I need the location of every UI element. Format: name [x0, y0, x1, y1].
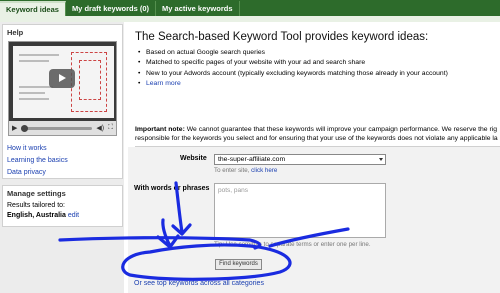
enter-site-link[interactable]: click here	[251, 167, 277, 174]
enter-site-hint: To enter site, click here	[214, 167, 277, 174]
tab-keyword-ideas[interactable]: Keyword ideas	[0, 1, 66, 16]
website-value: the-super-affiliate.com	[218, 156, 286, 163]
page-title: The Search-based Keyword Tool provides k…	[135, 31, 429, 43]
website-select[interactable]: the-super-affiliate.com	[214, 154, 386, 165]
edit-location-link[interactable]: edit	[68, 212, 79, 219]
help-panel: Help ▶ ◀) ⛶ How it works Learning the ba…	[2, 24, 123, 179]
website-label: Website	[180, 155, 207, 162]
chevron-down-icon	[379, 158, 383, 161]
video-controls: ▶ ◀) ⛶	[9, 121, 116, 135]
help-title: Help	[7, 28, 24, 37]
manage-settings-title: Manage settings	[7, 189, 66, 198]
seek-handle[interactable]	[21, 124, 29, 132]
sidebar: Help ▶ ◀) ⛶ How it works Learning the ba…	[0, 22, 124, 293]
tab-my-active-keywords[interactable]: My active keywords	[156, 1, 240, 16]
link-how-it-works[interactable]: How it works	[7, 143, 68, 155]
list-item: Matched to specific pages of your websit…	[138, 58, 448, 69]
learn-more-link[interactable]: Learn more	[146, 80, 181, 87]
find-keywords-button[interactable]: Find keywords	[215, 259, 262, 270]
location-setting: English, Australia edit	[3, 211, 122, 221]
volume-icon[interactable]: ◀)	[96, 124, 104, 132]
tab-my-draft-keywords[interactable]: My draft keywords (0)	[66, 1, 157, 16]
video-text-line	[19, 60, 49, 62]
play-icon[interactable]	[49, 69, 75, 88]
help-links: How it works Learning the basics Data pr…	[7, 143, 68, 179]
words-phrases-input[interactable]: pots, pans	[214, 183, 386, 238]
video-text-line	[19, 86, 53, 88]
list-item: Based on actual Google search queries	[138, 48, 448, 59]
help-video-player[interactable]: ▶ ◀) ⛶	[8, 41, 117, 136]
main-content: The Search-based Keyword Tool provides k…	[128, 22, 500, 293]
location-value: English, Australia	[7, 212, 66, 219]
tab-bar: Keyword ideas My draft keywords (0) My a…	[0, 0, 500, 16]
link-learning-the-basics[interactable]: Learning the basics	[7, 155, 68, 167]
results-tailored-label: Results tailored to:	[7, 202, 65, 209]
link-data-privacy[interactable]: Data privacy	[7, 167, 68, 179]
feature-list: Based on actual Google search queries Ma…	[138, 48, 448, 90]
video-text-line	[19, 92, 45, 94]
list-item: Learn more	[138, 79, 448, 90]
top-keywords-link[interactable]: Or see top keywords across all categorie…	[134, 280, 264, 287]
note-label: Important note:	[135, 126, 185, 133]
list-item: New to your Adwords account (typically e…	[138, 69, 448, 80]
fullscreen-icon[interactable]: ⛶	[108, 124, 113, 132]
enter-site-text: To enter site,	[214, 167, 252, 174]
keyword-form: Website the-super-affiliate.com To enter…	[128, 147, 500, 293]
play-control-icon[interactable]: ▶	[12, 124, 17, 132]
manage-settings-panel: Manage settings Results tailored to: Eng…	[2, 185, 123, 227]
tip-text: Tip: Use commas to separate terms or ent…	[214, 241, 371, 248]
video-highlight-box	[79, 60, 101, 100]
note-line: responsible for the keywords you select …	[135, 134, 498, 142]
note-text: We cannot guarantee that these keywords …	[186, 126, 498, 133]
words-phrases-label: With words or phrases	[134, 185, 210, 192]
note-line: Important note: We cannot guarantee that…	[135, 126, 500, 135]
video-text-line	[19, 54, 59, 56]
important-note: Important note: We cannot guarantee that…	[135, 126, 500, 143]
video-text-line	[19, 98, 49, 100]
video-seek-bar[interactable]	[21, 124, 93, 132]
